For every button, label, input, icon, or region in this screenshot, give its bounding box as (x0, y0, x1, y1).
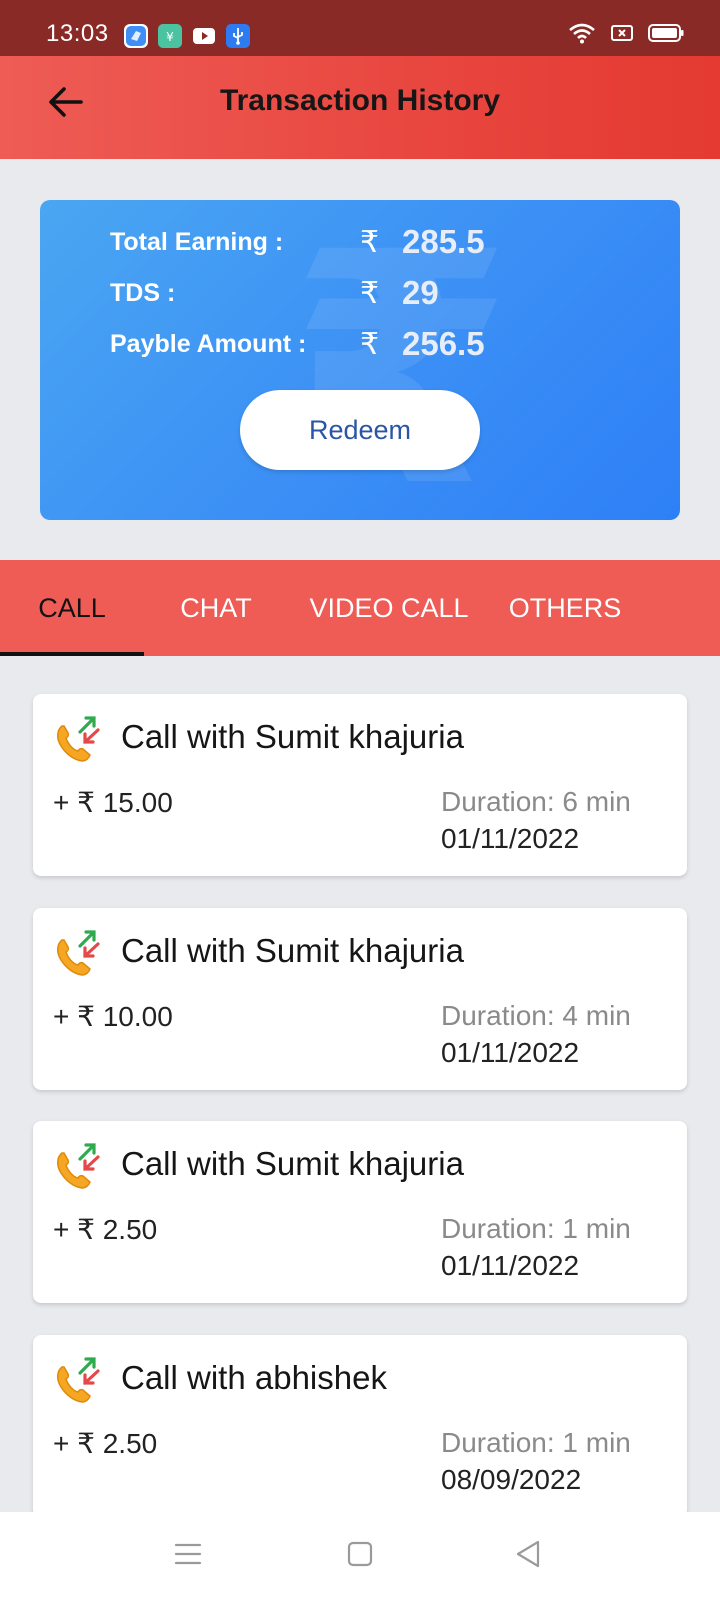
back-nav-button[interactable] (498, 1530, 558, 1582)
tds-row: TDS : ₹ 29 (110, 273, 439, 313)
usb-icon (226, 24, 250, 48)
transaction-amount: + ₹ 2.50 (53, 1214, 158, 1245)
phone-call-icon (53, 1139, 101, 1191)
tds-label: TDS : (110, 278, 176, 307)
system-nav-bar (0, 1512, 720, 1600)
transaction-title: Call with Sumit khajuria (121, 718, 464, 755)
battery-icon (648, 22, 684, 49)
transaction-card[interactable]: Call with abhishek + ₹ 2.50 Duration: 1 … (33, 1335, 687, 1512)
rupee-symbol: ₹ (360, 225, 380, 259)
total-earning-label: Total Earning : (110, 227, 284, 256)
transaction-date: 01/11/2022 (441, 1250, 580, 1281)
transaction-date: 01/11/2022 (441, 823, 580, 854)
transaction-card[interactable]: Call with Sumit khajuria + ₹ 15.00 Durat… (33, 694, 687, 876)
status-bar: 13:03 ¥ (0, 0, 720, 56)
recent-apps-button[interactable] (158, 1530, 218, 1582)
tds-value: 29 (402, 274, 439, 311)
tab-bar: CALL CHAT VIDEO CALL OTHERS (0, 560, 720, 656)
status-right-icons (568, 22, 684, 49)
tab-others[interactable]: OTHERS (490, 560, 640, 656)
transaction-date: 08/09/2022 (441, 1464, 582, 1495)
total-earning-row: Total Earning : ₹ 285.5 (110, 222, 485, 262)
tab-chat[interactable]: CHAT (144, 560, 288, 656)
svg-text:¥: ¥ (166, 30, 174, 44)
transaction-duration: Duration: 1 min (441, 1427, 631, 1458)
transaction-title: Call with Sumit khajuria (121, 1145, 464, 1182)
transaction-amount: + ₹ 15.00 (53, 787, 173, 818)
back-triangle-icon (513, 1539, 543, 1574)
menu-icon (174, 1542, 202, 1571)
transaction-title: Call with abhishek (121, 1359, 387, 1396)
tab-call[interactable]: CALL (0, 560, 144, 656)
phone-call-icon (53, 926, 101, 978)
app-green-icon: ¥ (158, 24, 182, 48)
youtube-icon (192, 24, 216, 48)
earnings-summary-card: ₹ Total Earning : ₹ 285.5 TDS : ₹ 29 Pay… (40, 200, 680, 520)
transaction-duration: Duration: 1 min (441, 1213, 631, 1244)
payable-amount-value: 256.5 (402, 325, 485, 362)
total-earning-value: 285.5 (402, 223, 485, 260)
transaction-list[interactable]: Call with Sumit khajuria + ₹ 15.00 Durat… (0, 656, 720, 1512)
app-bar: Transaction History (0, 56, 720, 159)
payable-amount-label: Payble Amount : (110, 329, 307, 358)
transaction-duration: Duration: 6 min (441, 786, 631, 817)
sim-off-icon (610, 23, 634, 48)
status-time: 13:03 (46, 20, 109, 47)
home-button[interactable] (330, 1530, 390, 1582)
transaction-amount: + ₹ 10.00 (53, 1001, 173, 1032)
phone-call-icon (53, 1353, 101, 1405)
rupee-symbol: ₹ (360, 327, 380, 361)
transaction-amount: + ₹ 2.50 (53, 1428, 158, 1459)
tab-video-call[interactable]: VIDEO CALL (296, 560, 482, 656)
phone-call-icon (53, 712, 101, 764)
payable-amount-row: Payble Amount : ₹ 256.5 (110, 324, 485, 364)
home-square-icon (346, 1540, 374, 1573)
transaction-duration: Duration: 4 min (441, 1000, 631, 1031)
transaction-card[interactable]: Call with Sumit khajuria + ₹ 2.50 Durati… (33, 1121, 687, 1303)
transaction-card[interactable]: Call with Sumit khajuria + ₹ 10.00 Durat… (33, 908, 687, 1090)
app-blue-icon (124, 24, 148, 48)
page-title: Transaction History (219, 84, 501, 117)
transaction-date: 01/11/2022 (441, 1037, 580, 1068)
wifi-icon (568, 22, 596, 49)
rupee-symbol: ₹ (360, 276, 380, 310)
transaction-title: Call with Sumit khajuria (121, 932, 464, 969)
redeem-button[interactable]: Redeem (240, 390, 480, 470)
